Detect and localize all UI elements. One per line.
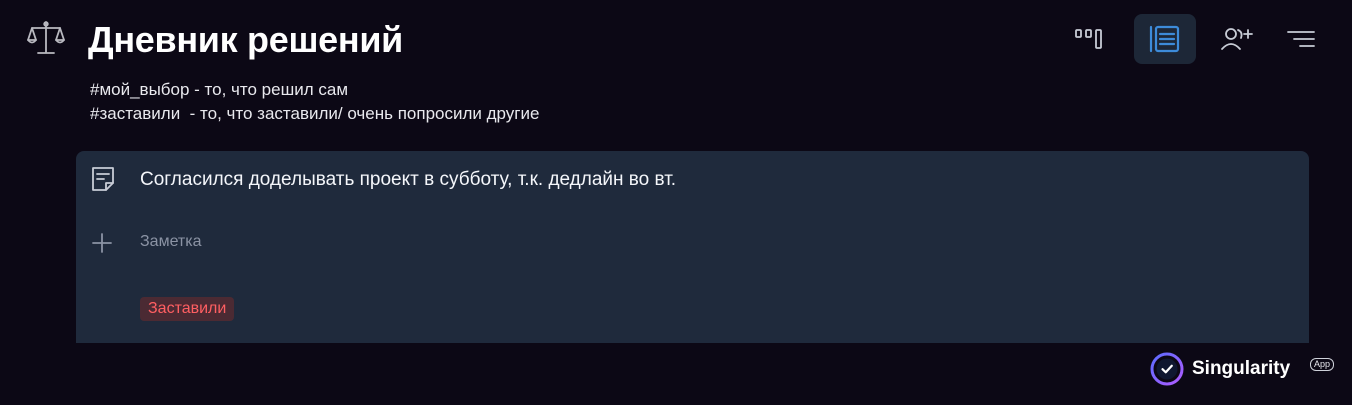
description-line: #мой_выбор - то, что решил сам xyxy=(90,80,349,99)
note-icon xyxy=(92,167,114,191)
description-line: #заставили - то, что заставили/ очень по… xyxy=(90,104,540,123)
add-user-icon xyxy=(1221,28,1253,50)
brand-name: Singularity xyxy=(1192,358,1291,379)
page-title: Дневник решений xyxy=(88,19,403,60)
add-note-input[interactable]: Заметка xyxy=(140,231,202,253)
board-view-icon xyxy=(1075,29,1102,49)
list-view-icon xyxy=(1149,25,1180,53)
brand-badge: App xyxy=(1310,358,1335,371)
task-card[interactable]: Согласился доделывать проект в субботу, … xyxy=(76,151,1309,343)
scales-icon xyxy=(27,21,65,54)
share-users-button[interactable] xyxy=(1206,14,1268,64)
filter-button[interactable] xyxy=(1270,14,1332,64)
page-description: #мой_выбор - то, что решил сам #заставил… xyxy=(90,78,539,126)
plus-icon[interactable] xyxy=(90,231,114,255)
board-view-button[interactable] xyxy=(1058,14,1120,64)
filter-icon xyxy=(1287,31,1315,47)
task-title[interactable]: Согласился доделывать проект в субботу, … xyxy=(140,167,676,193)
list-view-button[interactable] xyxy=(1134,14,1196,64)
singularity-logo-icon xyxy=(1150,352,1184,386)
brand-watermark: Singularity App xyxy=(1150,352,1340,386)
view-toolbar xyxy=(1058,14,1338,66)
tag-badge[interactable]: Заставили xyxy=(140,297,235,321)
